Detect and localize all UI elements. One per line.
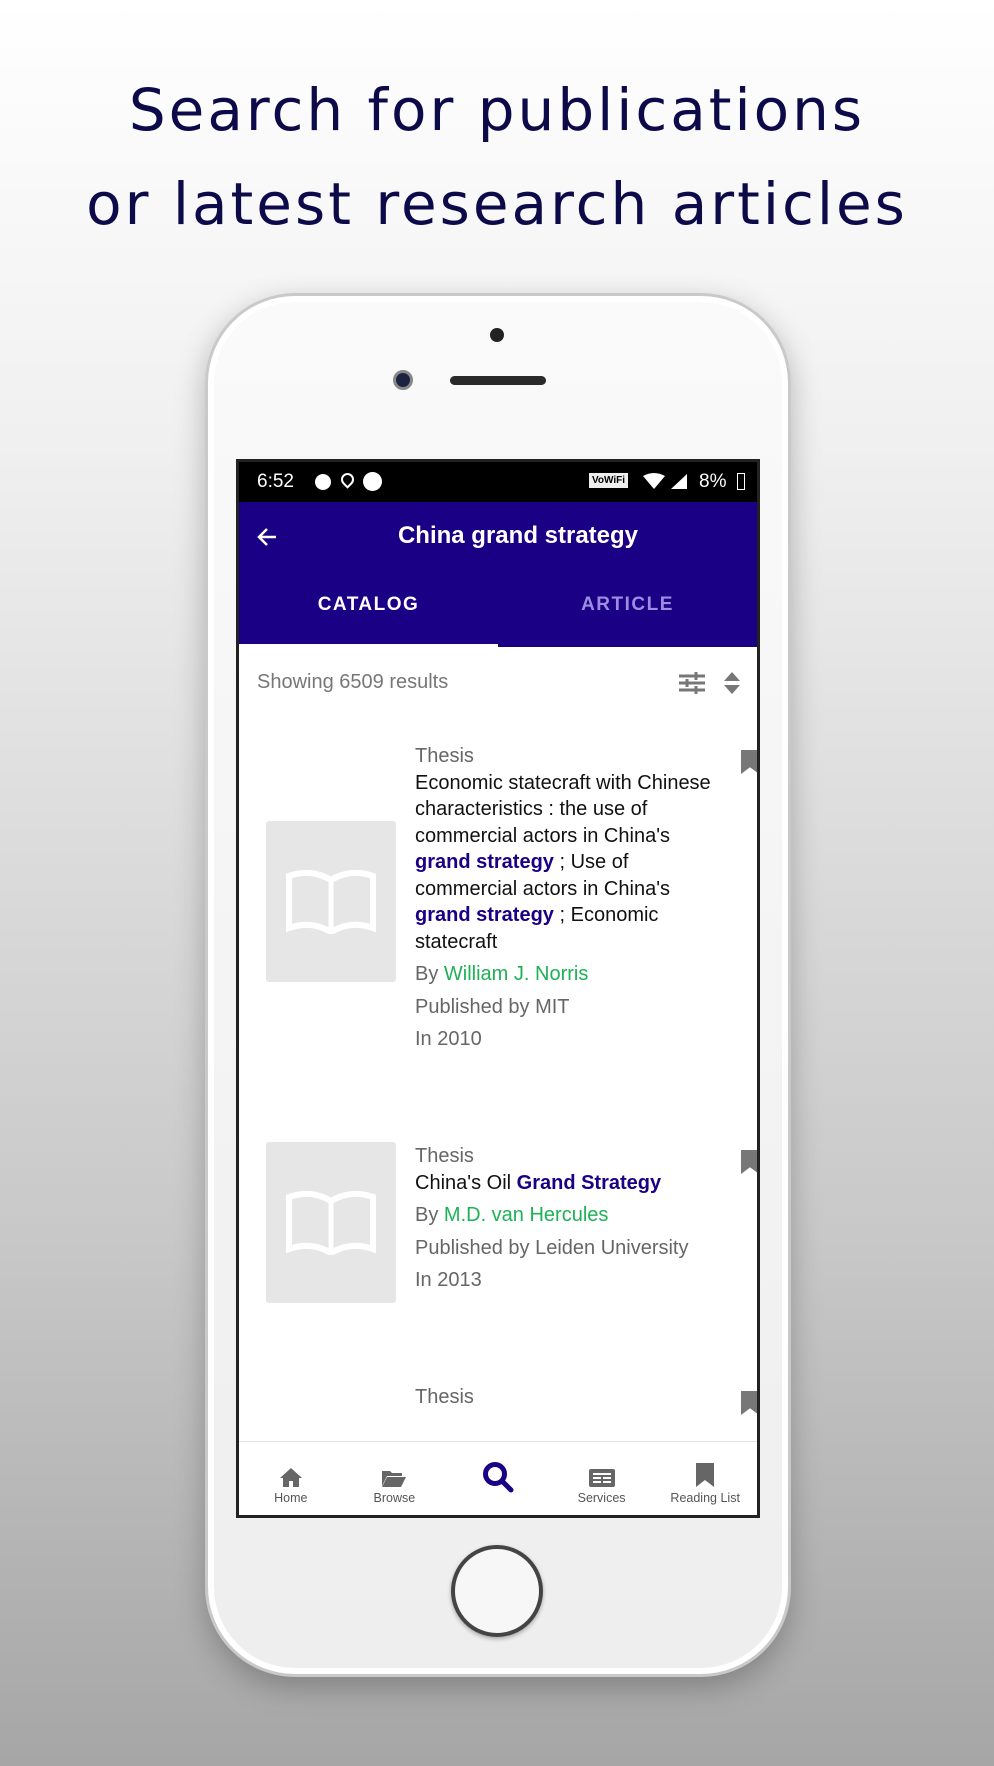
nav-browse[interactable]: Browse — [343, 1442, 447, 1515]
home-icon — [279, 1468, 302, 1487]
book-thumbnail[interactable] — [266, 821, 396, 982]
book-thumbnail[interactable] — [266, 1142, 396, 1303]
front-camera — [393, 370, 413, 390]
item-title[interactable]: China's Oil Grand Strategy — [415, 1170, 725, 1197]
bottom-nav: Home Browse Services Reading List — [239, 1441, 757, 1515]
app-bar: China grand strategy CATALOG ARTICLE — [239, 502, 757, 647]
phone-screen: 6:52 VoWiFi 8% China grand strategy CATA… — [236, 459, 760, 1518]
nav-services[interactable]: Services — [550, 1442, 654, 1515]
item-title[interactable]: Economic statecraft with Chinese charact… — [415, 770, 725, 956]
vowifi-badge: VoWiFi — [589, 473, 629, 488]
newspaper-icon — [588, 1469, 615, 1487]
location-icon — [338, 470, 357, 489]
bookmark-icon[interactable] — [741, 1391, 757, 1415]
list-item[interactable]: Thesis — [415, 1384, 725, 1411]
nav-label: Services — [577, 1491, 626, 1505]
wifi-signal-icon — [643, 473, 687, 489]
results-list: Showing 6509 results Thesis Economic sta… — [239, 647, 757, 1515]
list-item[interactable]: Thesis China's Oil Grand Strategy By M.D… — [415, 1143, 725, 1294]
phone-call-icon — [363, 472, 382, 491]
item-publisher: Published by Leiden University — [415, 1236, 689, 1259]
item-type: Thesis — [415, 1145, 474, 1167]
search-icon — [482, 1462, 514, 1493]
by-label: By — [415, 1204, 444, 1226]
item-year: In 2010 — [415, 1028, 482, 1050]
title-text: Economic statecraft with Chinese charact… — [415, 771, 711, 847]
battery-icon — [737, 473, 745, 490]
page-title: China grand strategy — [397, 522, 639, 549]
headline-line-2: or latest research articles — [86, 170, 908, 238]
filter-icon[interactable] — [679, 672, 705, 694]
tab-article[interactable]: ARTICLE — [498, 594, 757, 616]
tab-catalog[interactable]: CATALOG — [239, 594, 498, 616]
headline-line-1: Search for publications — [128, 76, 866, 144]
status-bar: 6:52 VoWiFi 8% — [239, 462, 757, 502]
nav-label: Browse — [373, 1491, 416, 1505]
bookmark-icon[interactable] — [741, 750, 757, 774]
message-icon — [315, 474, 331, 490]
results-count: Showing 6509 results — [257, 671, 449, 693]
bookmark-icon[interactable] — [741, 1150, 757, 1174]
status-time: 6:52 — [257, 471, 294, 492]
item-type: Thesis — [415, 745, 474, 767]
open-book-icon — [286, 869, 376, 934]
title-highlight: grand strategy — [415, 904, 554, 926]
title-highlight: Grand Strategy — [516, 1171, 662, 1194]
nav-label: Reading List — [670, 1491, 740, 1505]
author-link[interactable]: M.D. van Hercules — [444, 1204, 609, 1226]
title-highlight: grand strategy — [415, 851, 554, 873]
nav-label: Home — [274, 1491, 308, 1505]
item-year: In 2013 — [415, 1269, 482, 1291]
item-type: Thesis — [415, 1386, 474, 1408]
nav-reading-list[interactable]: Reading List — [653, 1442, 757, 1515]
folder-open-icon — [382, 1471, 407, 1487]
nav-home[interactable]: Home — [239, 1442, 343, 1515]
home-button[interactable] — [451, 1545, 543, 1637]
item-publisher: Published by MIT — [415, 995, 570, 1018]
title-text: China's Oil — [415, 1171, 517, 1194]
open-book-icon — [286, 1190, 376, 1255]
sort-icon[interactable] — [724, 672, 740, 694]
by-label: By — [415, 963, 444, 985]
list-item[interactable]: Thesis Economic statecraft with Chinese … — [415, 743, 725, 1053]
battery-percent: 8% — [699, 471, 727, 492]
earpiece-camera — [490, 328, 504, 342]
bookmark-icon — [696, 1463, 715, 1487]
author-link[interactable]: William J. Norris — [444, 963, 588, 985]
nav-search[interactable] — [446, 1442, 550, 1515]
speaker-grille — [450, 376, 546, 385]
